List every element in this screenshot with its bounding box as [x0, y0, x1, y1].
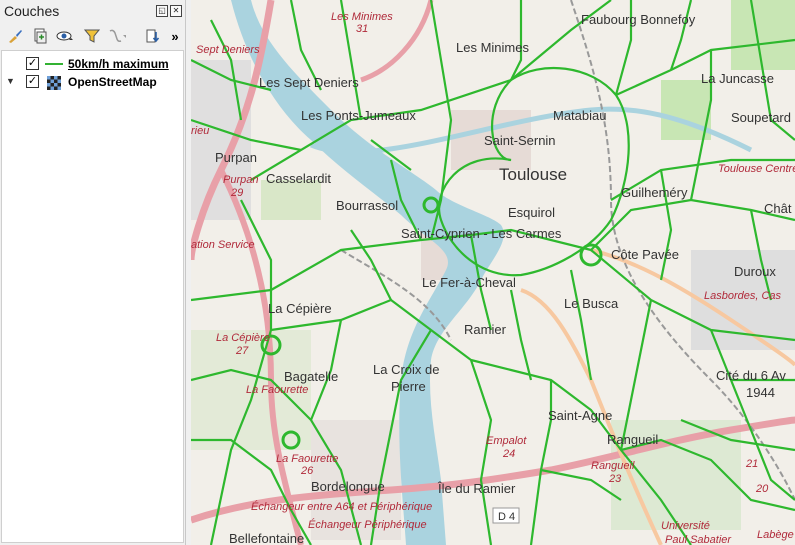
filter-icon[interactable]: [83, 27, 101, 45]
road-label: Paul Sabatier: [665, 534, 732, 545]
road-label: 20: [755, 483, 769, 495]
road-label: ation Service: [191, 239, 255, 251]
place-label: Saint-Cyprien - Les Carmes: [401, 226, 562, 241]
place-label: Les Ponts-Jumeaux: [301, 108, 416, 123]
place-label: Les Sept Deniers: [259, 75, 359, 90]
layer-row-openstreetmap[interactable]: ▼ ✓ OpenStreetMap: [2, 73, 182, 91]
place-label: Casselardit: [266, 171, 331, 186]
road-label: 31: [356, 23, 368, 35]
layer-row-speed-limit[interactable]: ✓ 50km/h maximum: [2, 55, 182, 73]
road-label: Les Minimes: [331, 11, 393, 23]
layers-tree: ✓ 50km/h maximum ▼ ✓ OpenStreetMap: [1, 50, 184, 543]
place-label: Faubourg Bonnefoy: [581, 12, 696, 27]
place-label: Le Fer-à-Cheval: [422, 275, 516, 290]
place-label: La Croix de: [373, 362, 439, 377]
place-label: Saint-Sernin: [484, 133, 556, 148]
place-label: Rangueil: [607, 432, 658, 447]
place-label: La Juncasse: [701, 71, 774, 86]
filter-expression-icon[interactable]: [108, 27, 126, 45]
road-label: rieu: [191, 125, 209, 137]
road-label: Empalot: [486, 435, 527, 447]
place-label: Purpan: [215, 150, 257, 165]
road-label: 27: [235, 345, 249, 357]
road-label: La Cépière: [216, 332, 270, 344]
place-label: Bordelongue: [311, 479, 385, 494]
place-label: Île du Ramier: [437, 481, 516, 496]
place-label: Cité du 6 Av: [716, 368, 786, 383]
place-label: Matabiau: [553, 108, 606, 123]
place-label: Chât: [764, 201, 792, 216]
layers-toolbar: »: [2, 25, 184, 47]
road-label: La Faourette: [246, 384, 308, 396]
place-label: Côte Pavée: [611, 247, 679, 262]
line-symbol-icon: [45, 63, 63, 65]
map-svg[interactable]: Faubourg Bonnefoy Les Minimes Les Minime…: [191, 0, 795, 545]
road-label: Échangeur entre A64 et Périphérique: [251, 500, 432, 513]
add-group-icon[interactable]: [31, 27, 49, 45]
layer-checkbox[interactable]: ✓: [26, 57, 39, 70]
place-label: Esquirol: [508, 205, 555, 220]
float-panel-icon[interactable]: ◱: [156, 5, 168, 17]
road-label: 21: [745, 458, 758, 470]
road-label: 26: [300, 465, 314, 477]
road-label: Labège: [757, 529, 794, 541]
raster-layer-icon: [47, 76, 61, 90]
place-label: Le Busca: [564, 296, 619, 311]
place-label: Saint-Agne: [548, 408, 612, 423]
road-number: D 4: [498, 511, 515, 523]
road-label: 29: [230, 187, 243, 199]
visibility-icon[interactable]: [56, 27, 74, 45]
place-label: Guilheméry: [621, 185, 688, 200]
panel-title: Couches: [4, 3, 60, 19]
place-label: Duroux: [734, 264, 776, 279]
layers-panel: Couches ◱ ✕ » ✓ 50km/h maximum ▼ ✓ OpenS…: [0, 0, 186, 545]
place-label: Soupetard: [731, 110, 791, 125]
place-label: Les Minimes: [456, 40, 529, 55]
place-label: La Cépière: [268, 301, 332, 316]
road-label: La Faourette: [276, 453, 338, 465]
layer-label: OpenStreetMap: [68, 75, 157, 89]
road-label: 23: [608, 473, 622, 485]
expand-arrow-icon[interactable]: ▼: [6, 76, 15, 86]
road-label: Rangueil: [591, 460, 635, 472]
road-label: Sept Deniers: [196, 44, 260, 56]
road-label: 24: [502, 448, 515, 460]
place-label: Bourrassol: [336, 198, 398, 213]
toolbar-overflow-button[interactable]: »: [166, 27, 184, 45]
place-label: Pierre: [391, 379, 426, 394]
road-label: Université: [661, 520, 710, 532]
layer-checkbox[interactable]: ✓: [26, 75, 39, 88]
layer-label: 50km/h maximum: [68, 57, 169, 71]
place-label: Bellefontaine: [229, 531, 304, 545]
map-canvas[interactable]: Faubourg Bonnefoy Les Minimes Les Minime…: [191, 0, 795, 545]
place-label: Ramier: [464, 322, 507, 337]
road-label: Échangeur Périphérique: [308, 518, 427, 531]
place-label: Bagatelle: [284, 369, 338, 384]
expand-all-icon[interactable]: [144, 27, 162, 45]
style-manager-icon[interactable]: [6, 27, 24, 45]
road-label: Purpan: [223, 174, 258, 186]
road-label: Toulouse Centre: [718, 163, 795, 175]
close-panel-icon[interactable]: ✕: [170, 5, 182, 17]
road-label: Lasbordes, Cas: [704, 290, 782, 302]
place-label: 1944: [746, 385, 775, 400]
place-label: Toulouse: [499, 165, 567, 184]
